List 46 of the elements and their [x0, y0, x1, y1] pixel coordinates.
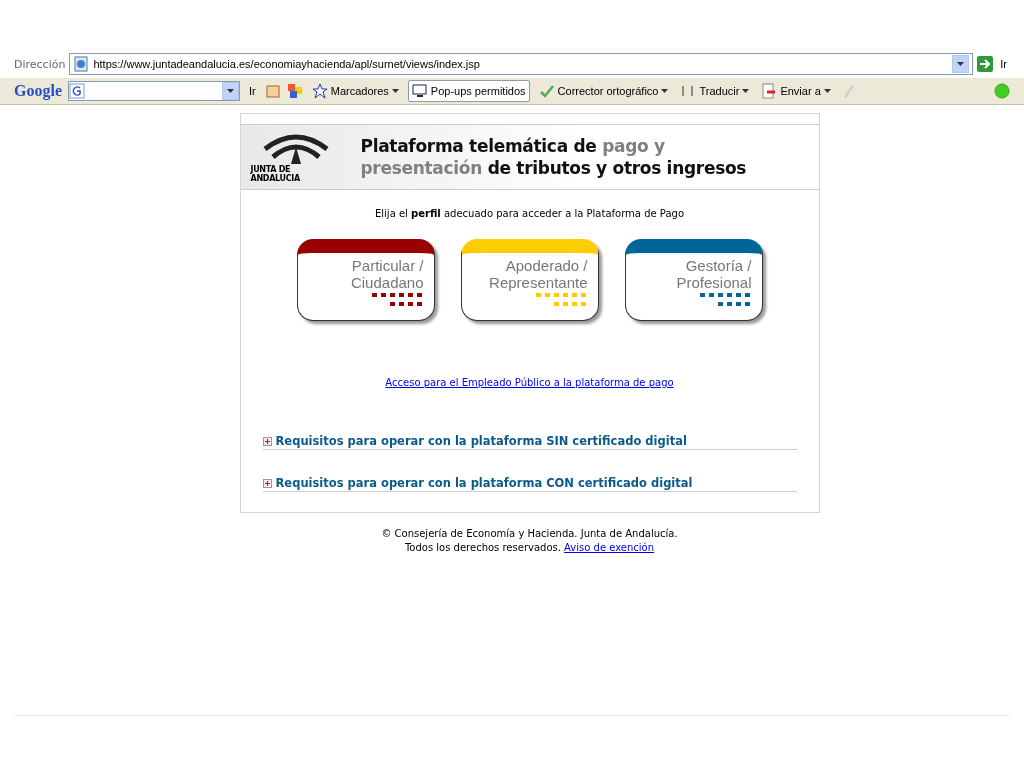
- document-arrow-icon: [761, 83, 778, 99]
- disclaimer-link[interactable]: Aviso de exención: [564, 542, 655, 553]
- dots-icon: [371, 291, 424, 309]
- go-button[interactable]: Ir: [997, 56, 1010, 72]
- title-text: presentación de tributos y otros ingresos: [360, 157, 747, 179]
- caret-icon: [661, 89, 669, 93]
- monitor-icon: [411, 83, 428, 99]
- checkmark-icon: [538, 83, 555, 99]
- dots-icon: [699, 291, 752, 309]
- dropdown-button[interactable]: [222, 82, 239, 100]
- address-label: Dirección: [14, 57, 66, 71]
- requirements-link[interactable]: Requisitos para operar con la plataforma SIN certificado digital: [275, 434, 687, 448]
- plus-icon[interactable]: [262, 436, 272, 446]
- employee-access-link[interactable]: Acceso para el Empleado Público a la plataforma de pago: [385, 377, 674, 388]
- caret-icon: [823, 89, 831, 93]
- go-arrow-icon: [977, 56, 994, 72]
- title-text: Plataforma telemática de pago y: [360, 135, 666, 157]
- caret-icon: [391, 89, 399, 93]
- profile-button[interactable]: Particular / Ciudadano: [296, 239, 435, 321]
- spellcheck-button[interactable]: Corrector ortográfico: [535, 81, 672, 101]
- copyright-text: © Consejería de Economía y Hacienda. Junta de Andalucía.: [381, 527, 678, 541]
- blocks-icon: [286, 83, 303, 99]
- caret-icon: [957, 62, 965, 66]
- address-field[interactable]: https://www.juntadeandalucia.es/economiayhacienda/apl/surnet/views/index.jsp: [69, 53, 974, 75]
- caret-icon: [227, 89, 234, 93]
- logo-text: JUNTA DE ANDALUCIA: [250, 165, 301, 183]
- profile-button[interactable]: Apoderado / Representante: [460, 239, 599, 321]
- star-icon: [311, 83, 328, 99]
- popups-button[interactable]: Pop-ups permitidos: [407, 80, 530, 102]
- requirements-link[interactable]: Requisitos para operar con la plataforma CON certificado digital: [275, 476, 693, 490]
- g-icon: [69, 83, 85, 99]
- send-button[interactable]: Enviar a: [758, 81, 834, 101]
- bookmarks-button[interactable]: Marcadores: [308, 81, 402, 101]
- profile-button[interactable]: Gestoría / Profesional: [624, 239, 763, 321]
- dropdown-button[interactable]: [952, 55, 970, 73]
- search-field[interactable]: [68, 81, 240, 101]
- plus-icon[interactable]: [262, 478, 272, 488]
- search-button[interactable]: Ir: [246, 83, 259, 99]
- translate-button[interactable]: Traducir: [677, 81, 753, 101]
- page-icon: [73, 56, 90, 72]
- intro-text: Elija el perfil adecuado para acceder a la Plataforma de Pago: [374, 208, 685, 219]
- google-logo: Google: [14, 82, 62, 100]
- rights-text: Todos los derechos reservados.: [404, 542, 561, 553]
- dots-icon: [535, 291, 588, 309]
- status-dot-icon: [994, 83, 1010, 99]
- caret-icon: [742, 89, 750, 93]
